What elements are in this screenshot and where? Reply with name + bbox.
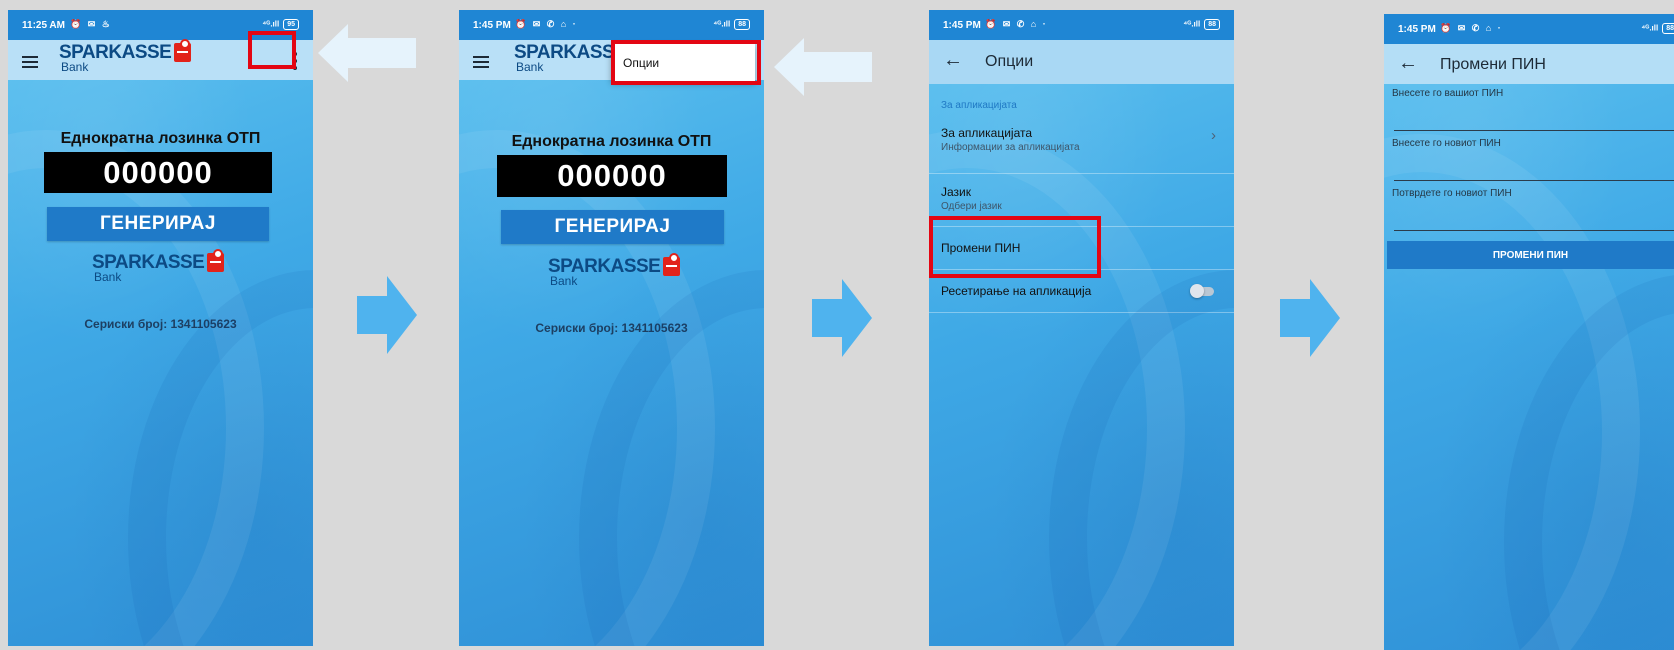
serial-number: Сериски број: 1341105623 [535, 321, 688, 335]
signal-battery: ⁴ᴳ.ıll 88 [713, 19, 750, 30]
confirm-pin-field[interactable] [1394, 208, 1674, 231]
otp-title: Еднократна лозинка ОТП [511, 133, 712, 150]
pointer-arrow-left-icon [318, 24, 416, 82]
page-title: Опции [985, 53, 1034, 70]
highlight-box [248, 31, 296, 69]
confirm-pin-label: Потврдете го новиот ПИН [1392, 188, 1512, 199]
status-time: 1:45 PM [943, 20, 981, 31]
screen-options: 1:45 PM ⏰ ✉ ✆ ⌂ · ⁴ᴳ.ıll 88 ← Опции За ап… [929, 10, 1234, 646]
generate-button[interactable]: ГЕНЕРИРАЈ [47, 207, 269, 241]
sparkasse-logo-center: SPARKASSE Bank [92, 249, 225, 284]
sparkasse-logo: SPARKASS Bank [514, 42, 615, 74]
option-title: За апликацијата [941, 126, 1033, 140]
battery-icon: 88 [1204, 19, 1220, 30]
otp-code: 000000 [497, 155, 727, 197]
signal-icon: ⁴ᴳ.ıll [713, 19, 731, 29]
pointer-arrow-left-icon [774, 38, 872, 96]
battery-icon: 88 [734, 19, 750, 30]
battery-icon: 95 [283, 19, 299, 30]
sparkasse-s-icon [174, 39, 192, 62]
status-time: 1:45 PM [1398, 24, 1436, 35]
screen-home: 11:25 AM ⏰ ✉ ♨ ⁴ᴳ.ıll 95 SPARKASSE Bank Е… [8, 10, 313, 646]
hamburger-menu-icon[interactable] [22, 56, 38, 68]
highlight-box [929, 216, 1101, 278]
notification-icons: ⏰ ✉ ♨ [70, 19, 112, 29]
reset-toggle[interactable] [1190, 284, 1214, 298]
sparkasse-s-icon [207, 249, 225, 272]
screen-change-pin: 1:45 PM ⏰ ✉ ✆ ⌂ · ⁴ᴳ.ıll 88 ← Промени ПИН… [1384, 14, 1674, 650]
option-title: Ресетирање на апликација [941, 284, 1092, 298]
notification-icons: ⏰ ✉ ✆ ⌂ · [985, 19, 1048, 29]
option-subtitle: Одбери јазик [941, 201, 1002, 212]
flow-arrow-right-icon [1280, 279, 1340, 357]
signal-icon: ⁴ᴳ.ıll [1641, 23, 1659, 33]
current-pin-label: Внесете го вашиот ПИН [1392, 88, 1504, 99]
new-pin-field[interactable] [1394, 158, 1674, 181]
status-bar: 1:45 PM ⏰ ✉ ✆ ⌂ · ⁴ᴳ.ıll 88 [459, 10, 764, 40]
signal-battery: ⁴ᴳ.ıll 88 [1641, 23, 1674, 34]
notification-icons: ⏰ ✉ ✆ ⌂ · [515, 19, 578, 29]
battery-icon: 88 [1662, 23, 1674, 34]
flow-arrow-right-icon [357, 276, 417, 354]
otp-title: Еднократна лозинка ОТП [60, 130, 261, 147]
generate-button[interactable]: ГЕНЕРИРАЈ [501, 210, 724, 244]
serial-number: Сериски број: 1341105623 [84, 317, 237, 331]
flow-arrow-right-icon [812, 279, 872, 357]
signal-battery: ⁴ᴳ.ıll 95 [262, 19, 299, 30]
page-title: Промени ПИН [1440, 56, 1546, 73]
option-reset-app[interactable]: Ресетирање на апликација [929, 270, 1234, 313]
signal-icon: ⁴ᴳ.ıll [262, 19, 280, 29]
status-bar: 1:45 PM ⏰ ✉ ✆ ⌂ · ⁴ᴳ.ıll 88 [1384, 14, 1674, 44]
option-title: Јазик [941, 185, 971, 199]
app-bar: ← Промени ПИН [1384, 44, 1674, 84]
sparkasse-s-icon [663, 253, 681, 276]
otp-code: 000000 [44, 152, 272, 193]
highlight-box [611, 40, 761, 85]
hamburger-menu-icon[interactable] [473, 56, 489, 68]
back-arrow-icon[interactable]: ← [943, 49, 963, 72]
sparkasse-logo-center: SPARKASSE Bank [548, 253, 681, 288]
back-arrow-icon[interactable]: ← [1398, 52, 1418, 75]
section-header: За апликацијата [941, 100, 1017, 111]
option-subtitle: Информации за апликацијата [941, 142, 1080, 153]
screen-menu-open: 1:45 PM ⏰ ✉ ✆ ⌂ · ⁴ᴳ.ıll 88 SPARKASS Bank… [459, 10, 764, 646]
new-pin-label: Внесете го новиот ПИН [1392, 138, 1501, 149]
app-bar: ← Опции [929, 40, 1234, 84]
change-pin-button[interactable]: ПРОМЕНИ ПИН [1387, 241, 1674, 269]
status-bar: 1:45 PM ⏰ ✉ ✆ ⌂ · ⁴ᴳ.ıll 88 [929, 10, 1234, 40]
chevron-right-icon: › [1211, 127, 1216, 144]
sparkasse-logo: SPARKASSE Bank [59, 39, 192, 74]
signal-icon: ⁴ᴳ.ıll [1183, 19, 1201, 29]
status-time: 11:25 AM [22, 20, 65, 31]
status-time: 1:45 PM [473, 20, 511, 31]
current-pin-field[interactable] [1394, 108, 1674, 131]
notification-icons: ⏰ ✉ ✆ ⌂ · [1440, 23, 1503, 33]
option-about-app[interactable]: За апликацијата Информации за апликација… [929, 115, 1234, 174]
signal-battery: ⁴ᴳ.ıll 88 [1183, 19, 1220, 30]
